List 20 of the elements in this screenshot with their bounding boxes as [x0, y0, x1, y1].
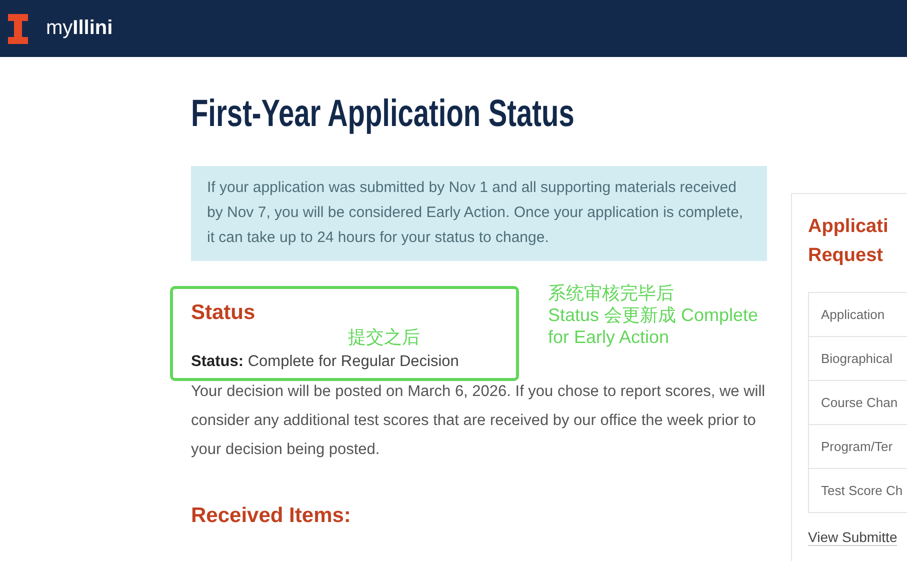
section-heading: Received Items:	[191, 504, 351, 528]
request-link[interactable]: Program/Ter	[809, 424, 907, 468]
info-notice: If your application was submitted by Nov 1 and all supporting materials received by Nov 7, you will be considered Early Action. Once your application is complete, it can take up to 24 hours for your status to change.	[191, 166, 767, 261]
card-title: Request	[808, 244, 884, 268]
request-link[interactable]: Test Score Ch	[809, 468, 907, 512]
annotation-note: Status 会更新成 Complete	[548, 304, 758, 326]
request-link[interactable]: Application	[809, 293, 907, 336]
brand-name[interactable]: myIllini	[46, 17, 113, 40]
annotation-note: for Early Action	[548, 326, 670, 348]
annotation-note: 系统审核完毕后	[548, 282, 674, 304]
block-letter-logo-icon[interactable]	[8, 14, 28, 44]
status-line: Status: Complete for Regular Decision	[191, 352, 460, 372]
submitted-link[interactable]: View Submitte	[808, 529, 898, 546]
page-title: First-Year Application Status	[191, 93, 574, 136]
decision-note: Your decision will be posted on March 6, 2026. If you chose to report scores, we will consider any additional test scores that are received by our office the week prior to your decision being posted.	[191, 382, 766, 460]
request-link[interactable]: Course Chan	[809, 380, 907, 424]
request-link[interactable]: Biographical	[809, 336, 907, 380]
section-heading: Status	[191, 301, 256, 325]
card-title: Applicati	[808, 215, 890, 239]
annotation-note: 提交之后	[348, 326, 420, 348]
